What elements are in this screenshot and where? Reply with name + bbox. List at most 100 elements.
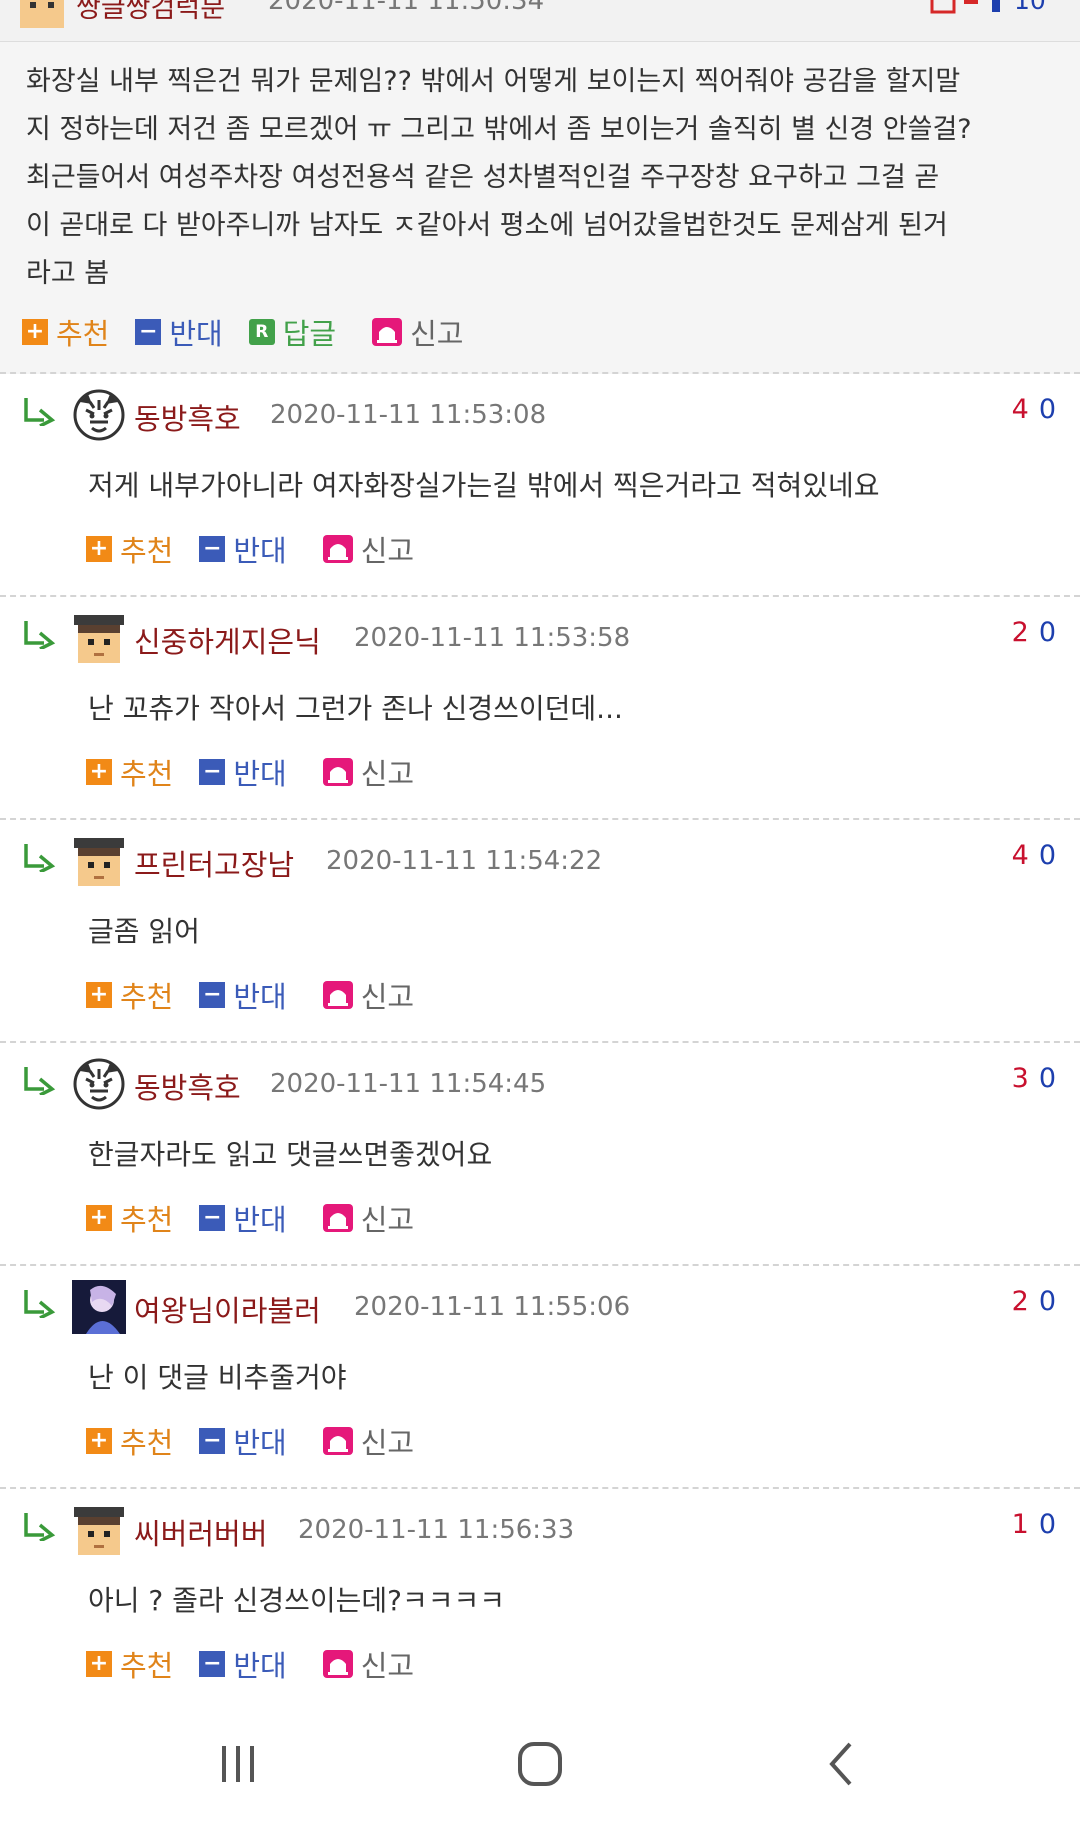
vote-icons bbox=[930, 0, 1000, 14]
plus-icon: + bbox=[86, 1428, 112, 1454]
recommend-button[interactable]: + 추천 bbox=[86, 528, 173, 570]
comment-text: 난 이 댓글 비추줄거야 bbox=[88, 1361, 347, 1394]
comment-author[interactable]: 동방흑호 bbox=[134, 396, 241, 438]
comment-votes: 40 bbox=[1012, 394, 1056, 425]
report-button[interactable]: 신고 bbox=[322, 528, 414, 570]
oppose-button[interactable]: − 반대 bbox=[199, 1420, 287, 1462]
plus-icon: + bbox=[22, 319, 48, 345]
back-icon[interactable] bbox=[812, 1734, 872, 1794]
post-vote-count: 10 bbox=[1014, 0, 1046, 15]
tiger-avatar-icon bbox=[73, 1058, 125, 1110]
oppose-button[interactable]: − 반대 bbox=[135, 311, 223, 353]
comment-upvotes: 3 bbox=[1011, 1063, 1029, 1094]
comment-upvotes: 1 bbox=[1011, 1509, 1029, 1540]
report-button[interactable]: 신고 bbox=[322, 1197, 414, 1239]
reply-icon: R bbox=[248, 319, 275, 345]
post-line: 최근들어서 여성주차장 여성전용석 같은 성차별적인걸 주구장창 요구하고 그걸… bbox=[26, 162, 940, 193]
comment-upvotes: 2 bbox=[1011, 1286, 1029, 1317]
home-icon[interactable] bbox=[510, 1734, 570, 1794]
reply-arrow-icon bbox=[24, 621, 56, 649]
siren-icon bbox=[322, 1427, 353, 1455]
comment-author[interactable]: 씨버러버버 bbox=[134, 1511, 267, 1553]
report-button[interactable]: 신고 bbox=[322, 1420, 414, 1462]
siren-icon bbox=[372, 318, 403, 346]
recent-apps-icon[interactable] bbox=[208, 1734, 268, 1794]
comment-date: 2020-11-11 11:55:06 bbox=[354, 1292, 631, 1322]
comment-votes: 20 bbox=[1012, 617, 1056, 648]
recommend-button[interactable]: + 추천 bbox=[86, 751, 173, 793]
comment-item: 씨버러버버 2020-11-11 11:56:33 1 0 아니 ? 졸라 신경쓰이는데… bbox=[0, 1489, 1080, 1712]
post-author[interactable]: 쌍글쌍검럭분 bbox=[76, 0, 225, 25]
pixel-man-avatar-icon bbox=[74, 1507, 124, 1555]
comment-votes: 20 bbox=[1012, 1286, 1056, 1317]
minus-icon: − bbox=[199, 1651, 226, 1677]
comment-item: 동방흑호 2020-11-11 11:54:45 3 0 한글자라도 읽고 댓글쓰면좋겠… bbox=[0, 1043, 1080, 1266]
minus-icon: − bbox=[199, 1428, 226, 1454]
recommend-button[interactable]: + 추천 bbox=[86, 1420, 173, 1462]
post-line: 화장실 내부 찍은건 뭐가 문제임?? 밖에서 어떻게 보이는지 찍어줘야 공감… bbox=[26, 66, 961, 97]
comment-downvotes: 0 bbox=[1038, 1286, 1056, 1317]
siren-icon bbox=[322, 1204, 353, 1232]
reply-button[interactable]: R 답글 bbox=[248, 311, 336, 353]
comment-votes: 40 bbox=[1012, 840, 1056, 871]
comment-text: 저게 내부가아니라 여자화장실가는길 밖에서 찍은거라고 적혀있네요 bbox=[88, 469, 880, 502]
siren-icon bbox=[322, 535, 353, 563]
minus-icon: − bbox=[199, 759, 226, 785]
plus-icon: + bbox=[86, 1651, 112, 1677]
oppose-button[interactable]: − 반대 bbox=[199, 751, 287, 793]
comment-downvotes: 0 bbox=[1038, 394, 1056, 425]
minus-icon: − bbox=[199, 982, 226, 1008]
reply-arrow-icon bbox=[24, 1513, 56, 1541]
comment-upvotes: 4 bbox=[1011, 840, 1029, 871]
comment-date: 2020-11-11 11:54:22 bbox=[326, 846, 603, 876]
pixel-man-avatar-icon bbox=[74, 615, 124, 663]
comment-votes: 30 bbox=[1012, 1063, 1056, 1094]
oppose-button[interactable]: − 반대 bbox=[199, 974, 287, 1016]
post-date: 2020-11-11 11:50:34 bbox=[268, 0, 545, 16]
comment-date: 2020-11-11 11:54:45 bbox=[270, 1069, 547, 1099]
comment-actions: + 추천 − 반대 신고 bbox=[86, 529, 440, 569]
recommend-button[interactable]: + 추천 bbox=[86, 1197, 173, 1239]
comment-author[interactable]: 동방흑호 bbox=[134, 1065, 241, 1107]
comment-downvotes: 0 bbox=[1038, 1509, 1056, 1540]
minus-icon: − bbox=[199, 1205, 226, 1231]
recommend-button[interactable]: + 추천 bbox=[86, 974, 173, 1016]
report-button[interactable]: 신고 bbox=[372, 311, 464, 353]
comment-text: 난 꼬츄가 작아서 그런가 존나 신경쓰이던데... bbox=[88, 692, 623, 725]
oppose-button[interactable]: − 반대 bbox=[199, 528, 287, 570]
reply-arrow-icon bbox=[24, 1067, 56, 1095]
comment-downvotes: 0 bbox=[1038, 1063, 1056, 1094]
comment-item: 동방흑호 2020-11-11 11:53:08 4 0 저게 내부가아니라 여자화장실… bbox=[0, 374, 1080, 597]
plus-icon: + bbox=[86, 982, 112, 1008]
post-line: 이 곧대로 다 받아주니까 남자도 ㅈ같아서 평소에 넘어갔을법한것도 문제삼게… bbox=[26, 210, 948, 241]
post-header: 쌍글쌍검럭분 2020-11-11 11:50:34 10 bbox=[0, 0, 1080, 42]
oppose-button[interactable]: − 반대 bbox=[199, 1643, 287, 1685]
minus-icon: − bbox=[135, 319, 162, 345]
recommend-button[interactable]: + 추천 bbox=[22, 311, 109, 353]
comment-item: 프린터고장남 2020-11-11 11:54:22 4 0 글좀 읽어 + 추천 − 반대 신고 bbox=[0, 820, 1080, 1043]
comment-votes: 10 bbox=[1012, 1509, 1056, 1540]
comment-date: 2020-11-11 11:56:33 bbox=[298, 1515, 575, 1545]
pixel-man-avatar-icon bbox=[74, 838, 124, 886]
report-button[interactable]: 신고 bbox=[322, 974, 414, 1016]
comment-text: 한글자라도 읽고 댓글쓰면좋겠어요 bbox=[88, 1138, 493, 1171]
minus-icon: − bbox=[199, 536, 226, 562]
comment-author[interactable]: 여왕님이라불러 bbox=[134, 1288, 321, 1330]
comment-upvotes: 4 bbox=[1011, 394, 1029, 425]
reply-arrow-icon bbox=[24, 398, 56, 426]
comment-item: 여왕님이라불러 2020-11-11 11:55:06 2 0 난 이 댓글 비추줄거야… bbox=[0, 1266, 1080, 1489]
main-post: 화장실 내부 찍은건 뭐가 문제임?? 밖에서 어떻게 보이는지 찍어줘야 공감… bbox=[0, 42, 1080, 374]
siren-icon bbox=[322, 981, 353, 1009]
comment-upvotes: 2 bbox=[1011, 617, 1029, 648]
comment-author[interactable]: 프린터고장남 bbox=[134, 842, 294, 884]
anime-avatar-icon bbox=[72, 1280, 126, 1334]
recommend-button[interactable]: + 추천 bbox=[86, 1643, 173, 1685]
comment-actions: + 추천 − 반대 신고 bbox=[86, 975, 440, 1015]
oppose-button[interactable]: − 반대 bbox=[199, 1197, 287, 1239]
comment-item: 신중하게지은닉 2020-11-11 11:53:58 2 0 난 꼬츄가 작아서 그런… bbox=[0, 597, 1080, 820]
comment-author[interactable]: 신중하게지은닉 bbox=[134, 619, 321, 661]
post-line: 라고 봄 bbox=[26, 258, 110, 289]
report-button[interactable]: 신고 bbox=[322, 751, 414, 793]
report-button[interactable]: 신고 bbox=[322, 1643, 414, 1685]
comment-downvotes: 0 bbox=[1038, 617, 1056, 648]
